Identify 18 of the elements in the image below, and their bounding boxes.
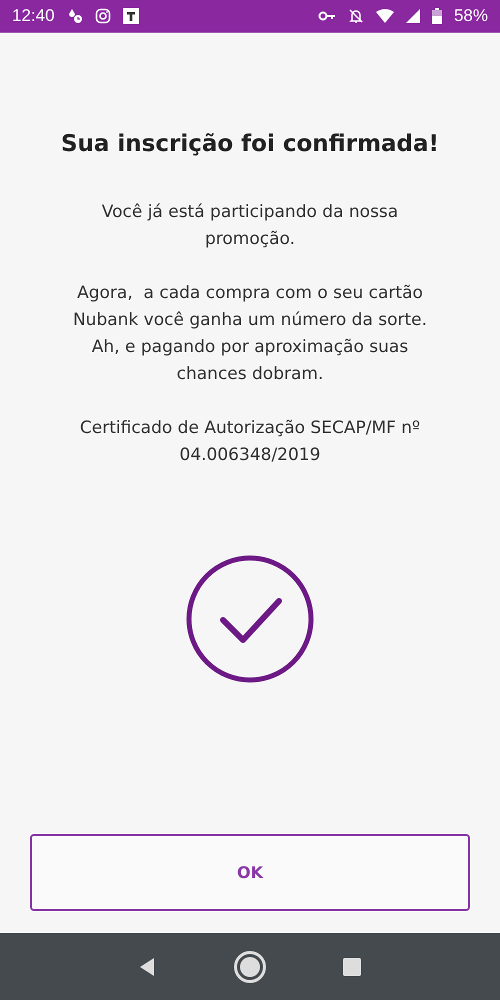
paragraph: Agora, a cada compra com o seu cartão Nubank você ganha um número da sorte. Ah, e pagando por aproximação suas chances dobram. <box>72 282 428 386</box>
clock: 12:40 <box>12 6 55 26</box>
paragraph: Você já está participando da nossa promoção. <box>102 201 398 251</box>
checkmark-circle-icon <box>186 555 314 683</box>
app-icon <box>122 8 139 24</box>
heading: Sua inscrição foi confirmada! <box>60 131 440 157</box>
recents-icon[interactable] <box>342 956 362 976</box>
drops-icon <box>66 8 83 24</box>
home-icon[interactable] <box>232 950 267 984</box>
ok-button[interactable]: OK <box>30 834 470 911</box>
wifi-icon <box>376 9 394 23</box>
camera-icon <box>94 8 111 24</box>
signal-icon <box>406 9 420 23</box>
muted-bell-icon <box>348 8 364 24</box>
battery-icon <box>432 8 442 24</box>
key-icon <box>318 10 336 22</box>
paragraph: Certificado de Autorização SECAP/MF nº 04.006348/2019 <box>80 417 420 467</box>
battery-level: 58% <box>454 6 488 26</box>
